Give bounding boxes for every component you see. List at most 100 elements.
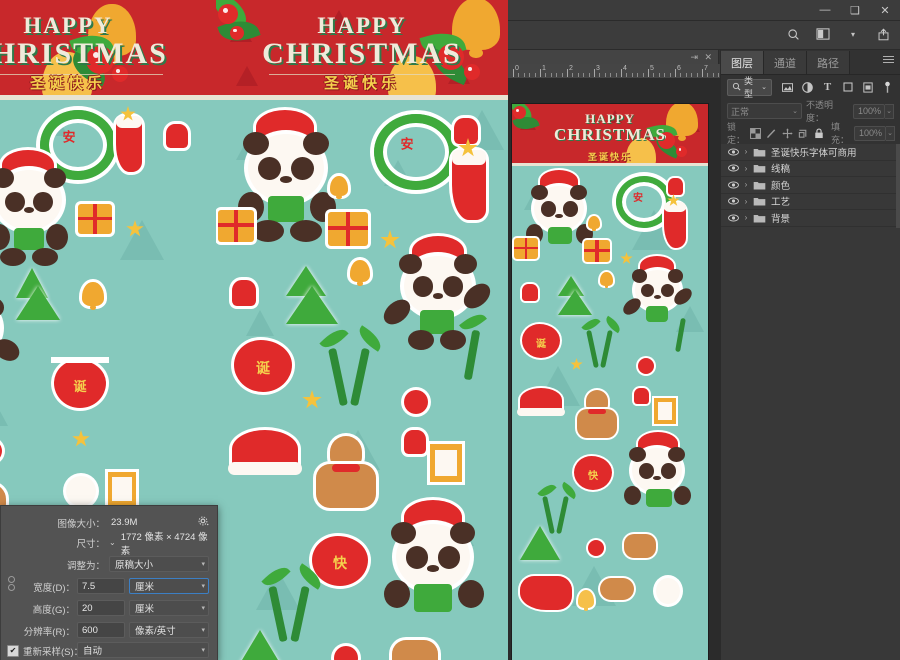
chevron-right-icon[interactable]: › bbox=[741, 197, 751, 206]
flower-character-2: 诞 bbox=[256, 360, 270, 376]
document-close-icon[interactable]: ✕ bbox=[704, 52, 712, 63]
fit-to-select[interactable]: 原稿大小 ▾ bbox=[109, 556, 209, 572]
layer-filter-row: 类型 ⌄ T bbox=[721, 75, 900, 99]
dimensions-chevron-down-icon[interactable]: ⌄ bbox=[109, 538, 116, 547]
ruler-major-tick bbox=[567, 69, 568, 77]
eye-icon[interactable] bbox=[725, 160, 741, 176]
move-lock-icon[interactable] bbox=[782, 127, 793, 140]
transparency-lock-icon[interactable] bbox=[750, 127, 761, 140]
chevron-down-icon: ⌄ bbox=[792, 108, 798, 115]
blend-mode-select[interactable]: 正常 ⌄ bbox=[727, 103, 802, 119]
layer-name: 工艺 bbox=[771, 197, 791, 209]
layer-name: 线稿 bbox=[771, 164, 791, 176]
eye-icon[interactable] bbox=[725, 144, 741, 160]
horizontal-ruler: 0 1 2 3 4 5 6 7 bbox=[508, 64, 720, 79]
chevron-down-icon[interactable]: ▾ bbox=[844, 25, 862, 43]
flower-character-3: 快 bbox=[333, 555, 347, 571]
resample-select[interactable]: 自动 ▾ bbox=[77, 642, 209, 658]
lock-label: 锁定： bbox=[727, 122, 746, 145]
chevron-right-icon[interactable]: › bbox=[741, 213, 751, 222]
close-button[interactable]: ✕ bbox=[870, 0, 900, 20]
width-unit-select[interactable]: 厘米 ▾ bbox=[129, 578, 209, 594]
layer-list[interactable]: › 圣诞快乐字体可商用 › 线稿 › 颜色 › 工艺 › 背景 bbox=[721, 144, 900, 660]
opacity-chevron-down-icon[interactable]: ⌄ bbox=[885, 103, 894, 119]
banner-line1: HAPPY bbox=[23, 13, 113, 38]
fit-to-label: 调整为： bbox=[66, 560, 105, 572]
ruler-minor-tick bbox=[518, 73, 520, 77]
ruler-minor-tick bbox=[529, 73, 531, 77]
type-icon[interactable]: T bbox=[821, 81, 834, 94]
pixel-icon[interactable] bbox=[781, 81, 794, 94]
search-icon bbox=[732, 82, 741, 93]
layer-row[interactable]: › 背景 bbox=[721, 210, 900, 227]
width-input[interactable]: 7.5 bbox=[77, 578, 125, 594]
ruler-minor-tick bbox=[685, 73, 687, 77]
canvas-area[interactable]: HAPPY CHRISTMAS 圣诞快乐 安 诞 快 bbox=[508, 78, 720, 660]
layer-row[interactable]: › 工艺 bbox=[721, 193, 900, 210]
folder-icon bbox=[751, 180, 767, 190]
chevron-right-icon[interactable]: › bbox=[741, 180, 751, 189]
folder-icon bbox=[751, 163, 767, 173]
fill-chevron-down-icon[interactable]: ⌄ bbox=[886, 125, 895, 141]
all-lock-icon[interactable] bbox=[814, 127, 824, 140]
adjustment-icon[interactable] bbox=[801, 81, 814, 94]
minimize-button[interactable]: — bbox=[810, 0, 840, 20]
ruler-minor-tick bbox=[637, 73, 639, 77]
chevron-down-icon: ⌄ bbox=[761, 84, 767, 91]
banner-chinese-2: 圣诞快乐 bbox=[323, 75, 400, 92]
layer-name: 颜色 bbox=[771, 180, 791, 192]
document-canvas[interactable]: HAPPY CHRISTMAS 圣诞快乐 安 诞 快 bbox=[512, 104, 708, 660]
ruler-minor-tick bbox=[572, 73, 574, 77]
layer-list-scrollbar[interactable] bbox=[896, 144, 900, 228]
document-tab-bar[interactable]: ⇥ ✕ bbox=[508, 50, 719, 64]
ruler-major-tick bbox=[594, 69, 595, 77]
ruler-minor-tick bbox=[680, 73, 682, 77]
ruler-label: 4 bbox=[623, 65, 627, 72]
eye-icon[interactable] bbox=[725, 193, 741, 209]
resolution-unit-select[interactable]: 像素/英寸 ▾ bbox=[129, 622, 209, 638]
tab-layers[interactable]: 图层 bbox=[721, 51, 764, 74]
artboard-lock-icon[interactable] bbox=[798, 127, 809, 140]
doc-banner-chinese: 圣诞快乐 bbox=[587, 152, 632, 162]
ruler-major-tick bbox=[540, 69, 541, 77]
tab-channels[interactable]: 通道 bbox=[764, 51, 807, 74]
panel-menu-icon[interactable] bbox=[883, 56, 894, 66]
smart-object-icon[interactable] bbox=[861, 81, 874, 94]
tab-paths[interactable]: 路径 bbox=[807, 51, 850, 74]
fill-label: 填充： bbox=[831, 122, 850, 145]
chevron-right-icon[interactable]: › bbox=[741, 164, 751, 173]
layer-row[interactable]: › 圣诞快乐字体可商用 bbox=[721, 144, 900, 161]
layer-row[interactable]: › 颜色 bbox=[721, 177, 900, 194]
layer-row[interactable]: › 线稿 bbox=[721, 160, 900, 177]
document-float-icon[interactable]: ⇥ bbox=[690, 52, 698, 63]
fill-value[interactable]: 100% bbox=[854, 125, 886, 141]
eye-icon[interactable] bbox=[725, 177, 741, 193]
height-unit-select[interactable]: 厘米 ▾ bbox=[129, 600, 209, 616]
chevron-right-icon[interactable]: › bbox=[741, 147, 751, 156]
eye-icon[interactable] bbox=[725, 210, 741, 226]
shape-icon[interactable] bbox=[841, 81, 854, 94]
layer-filter-type-select[interactable]: 类型 ⌄ bbox=[727, 76, 772, 99]
search-icon[interactable] bbox=[784, 25, 802, 43]
banner-line1-2: HAPPY bbox=[317, 13, 407, 38]
workspace-icon[interactable] bbox=[814, 25, 832, 43]
ruler-minor-tick bbox=[691, 73, 693, 77]
ruler-minor-tick bbox=[599, 73, 601, 77]
photoshop-window: — ❑ ✕ ▾ ⇥ ✕ 01234567 HAPPY CHRISTMAS 圣诞快… bbox=[508, 0, 900, 660]
share-icon[interactable] bbox=[874, 25, 892, 43]
chevron-down-icon: ▾ bbox=[201, 627, 205, 634]
resample-checkbox[interactable]: ✔ bbox=[7, 645, 19, 657]
image-size-dialog[interactable]: 图像大小： 23.9M 尺寸： ⌄ 1772 像素 × 4724 像素 调整为：… bbox=[0, 505, 218, 660]
resolution-input[interactable]: 600 bbox=[77, 622, 125, 638]
banner-line2: CHRISTMAS bbox=[0, 37, 168, 71]
doc-wreath-char: 安 bbox=[633, 193, 643, 204]
ruler-major-tick bbox=[513, 69, 514, 77]
folder-icon bbox=[751, 147, 767, 157]
toggle-filter-icon[interactable] bbox=[881, 81, 894, 94]
lock-row: 锁定： 填充： 100% ⌄ bbox=[721, 122, 900, 145]
maximize-button[interactable]: ❑ bbox=[840, 0, 870, 20]
opacity-value[interactable]: 100% bbox=[853, 103, 885, 119]
chevron-down-icon: ▾ bbox=[201, 583, 205, 590]
brush-lock-icon[interactable] bbox=[766, 127, 777, 140]
height-input[interactable]: 20 bbox=[77, 600, 125, 616]
